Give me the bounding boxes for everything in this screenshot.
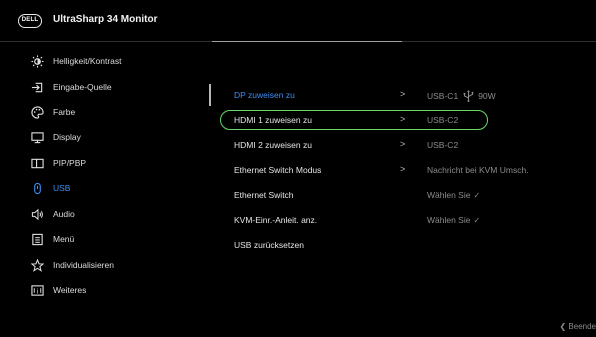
power-wattage: 90W [478,91,496,101]
pip-pbp-icon [30,156,44,170]
row-value: USB-C1 90W [427,90,496,102]
color-palette-icon [30,105,44,119]
chevron-right-icon: > [400,89,406,99]
row-value: USB-C2 [427,115,459,125]
sidebar-item-label: Individualisieren [53,260,114,270]
sidebar-item-personalize[interactable]: Individualisieren [0,256,200,276]
monitor-osd: DELL UltraSharp 34 Monitor Helligkeit/Ko… [0,0,596,337]
brightness-icon [30,54,44,68]
sidebar-item-usb[interactable]: USB [0,179,200,199]
sidebar-item-label: Display [53,132,81,142]
menu-icon [30,232,44,246]
row-value: Wählen Sie ✓ [427,215,480,225]
checkmark-icon: ✓ [473,215,481,225]
osd-header: DELL UltraSharp 34 Monitor [0,0,596,42]
row-value-text: Wählen Sie [427,190,471,200]
row-ethernet-switch[interactable]: Ethernet Switch Wählen Sie ✓ [212,184,592,206]
chevron-right-icon: > [400,139,406,149]
sidebar-item-color[interactable]: Farbe [0,103,200,123]
row-dp-assign[interactable]: DP zuweisen zu > USB-C1 90W [212,84,592,106]
row-value: Nachricht bei KVM Umsch. [427,165,529,175]
row-label: DP zuweisen zu [234,90,295,100]
row-hdmi1-assign[interactable]: HDMI 1 zuweisen zu > USB-C2 [212,109,592,131]
sidebar-item-label: Farbe [53,107,76,117]
chevron-right-icon: > [400,114,406,124]
exit-button[interactable]: ❮ Beende [559,322,596,331]
row-label: Ethernet Switch Modus [234,165,322,175]
sidebar-item-menu[interactable]: Menü [0,230,200,250]
row-label: Ethernet Switch [234,190,294,200]
header-divider-highlight [212,41,402,42]
row-label: KVM-Einr.-Anleit. anz. [234,215,318,225]
sidebar-item-label: Weiteres [53,285,87,295]
sidebar-item-label: PIP/PBP [53,158,87,168]
row-value: Wählen Sie ✓ [427,190,480,200]
chevron-right-icon: > [400,164,406,174]
sidebar-item-pip-pbp[interactable]: PIP/PBP [0,154,200,174]
row-ethernet-switch-mode[interactable]: Ethernet Switch Modus > Nachricht bei KV… [212,159,592,181]
row-label: HDMI 2 zuweisen zu [234,140,312,150]
svg-text:i: i [36,287,38,295]
usb-icon [463,90,474,102]
monitor-title: UltraSharp 34 Monitor [53,14,158,25]
star-icon [30,258,44,272]
input-source-icon [30,80,44,94]
sidebar-item-brightness-contrast[interactable]: Helligkeit/Kontrast [0,52,200,72]
dell-logo: DELL [18,14,42,28]
row-label: HDMI 1 zuweisen zu [234,115,312,125]
sidebar-item-display[interactable]: Display [0,128,200,148]
display-icon [30,130,44,144]
sidebar-item-label: USB [53,183,71,193]
row-hdmi2-assign[interactable]: HDMI 2 zuweisen zu > USB-C2 [212,134,592,156]
sidebar-item-label: Audio [53,209,75,219]
sidebar-item-label: Helligkeit/Kontrast [53,56,122,66]
row-usb-reset[interactable]: USB zurücksetzen [212,234,592,256]
sidebar-item-others[interactable]: i Weiteres [0,281,200,301]
row-kvm-setup-guide[interactable]: KVM-Einr.-Anleit. anz. Wählen Sie ✓ [212,209,592,231]
usb-power-icon [30,181,44,195]
audio-icon [30,207,44,221]
sidebar-item-label: Menü [53,234,75,244]
sidebar-item-input-source[interactable]: Eingabe-Quelle [0,78,200,98]
info-icon: i [30,283,44,297]
checkmark-icon: ✓ [473,190,481,200]
active-row-indicator [209,84,211,106]
row-value-text: USB-C1 [427,91,459,101]
row-value-text: Wählen Sie [427,215,471,225]
row-label: USB zurücksetzen [234,240,304,250]
row-value: USB-C2 [427,140,459,150]
sidebar-item-audio[interactable]: Audio [0,205,200,225]
sidebar-item-label: Eingabe-Quelle [53,82,112,92]
